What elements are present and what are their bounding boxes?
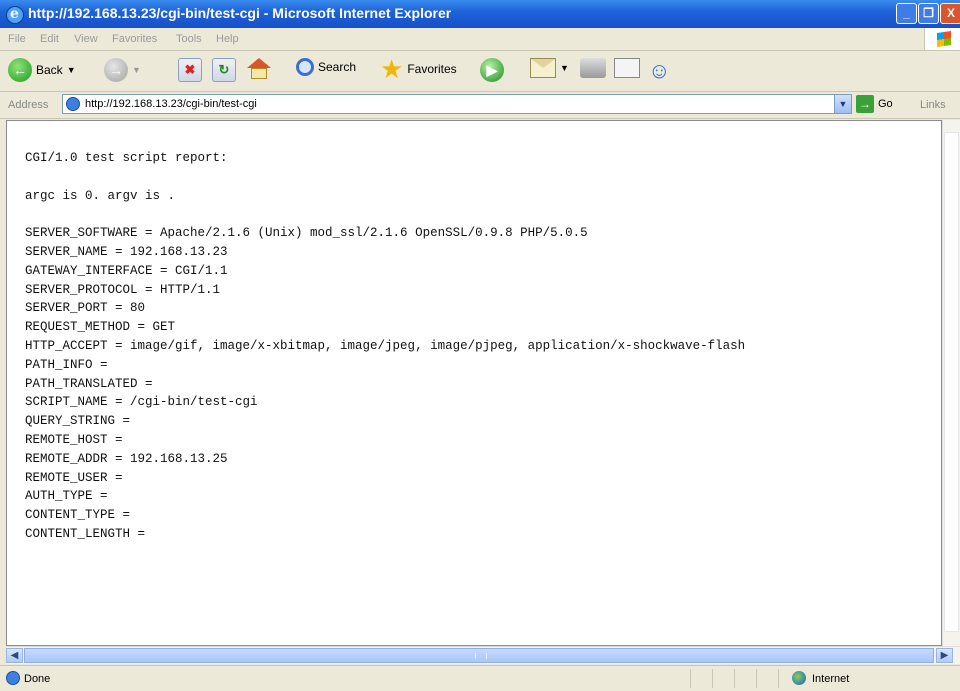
status-text: Done: [24, 673, 51, 685]
address-input[interactable]: http://192.168.13.23/cgi-bin/test-cgi ▼: [62, 94, 852, 114]
report-line: AUTH_TYPE =: [25, 489, 108, 504]
address-dropdown-icon[interactable]: ▼: [834, 95, 851, 113]
print-button[interactable]: [580, 58, 606, 78]
page-content: CGI/1.0 test script report: argc is 0. a…: [6, 120, 942, 646]
minimize-button[interactable]: _: [896, 3, 917, 24]
horizontal-scroll-thumb[interactable]: [24, 648, 934, 663]
report-line: REMOTE_HOST =: [25, 432, 123, 447]
report-line: PATH_TRANSLATED =: [25, 376, 153, 391]
menu-favorites[interactable]: Favorites: [112, 33, 157, 45]
report-line: SERVER_SOFTWARE = Apache/2.1.6 (Unix) mo…: [25, 226, 588, 241]
favorites-label: Favorites: [407, 62, 457, 76]
home-button[interactable]: [246, 58, 272, 80]
back-arrow-icon: ←: [8, 58, 32, 82]
menu-bar: File Edit View Favorites Tools Help: [0, 28, 960, 51]
report-line: argc is 0. argv is .: [25, 188, 176, 203]
search-button[interactable]: Search: [296, 58, 356, 76]
close-button[interactable]: X: [940, 3, 960, 24]
security-zone: Internet: [780, 666, 960, 691]
scroll-right-icon[interactable]: ▶: [936, 648, 953, 663]
favorites-star-icon: ★: [380, 54, 404, 84]
forward-button[interactable]: → ▼: [104, 58, 141, 82]
report-line: HTTP_ACCEPT = image/gif, image/x-xbitmap…: [25, 338, 746, 353]
back-button[interactable]: ← Back ▼: [8, 58, 76, 82]
go-button[interactable]: → Go: [856, 95, 893, 113]
address-label: Address: [8, 99, 49, 111]
report-line: CONTENT_LENGTH =: [25, 526, 146, 541]
refresh-button[interactable]: ↻: [212, 58, 236, 82]
report-line: REMOTE_USER =: [25, 470, 123, 485]
messenger-icon: ☺: [648, 58, 671, 83]
edit-page-icon: [614, 58, 640, 78]
scroll-left-icon[interactable]: ◀: [6, 648, 23, 663]
cgi-report-text: CGI/1.0 test script report: argc is 0. a…: [25, 149, 745, 544]
media-icon: ▶: [480, 58, 504, 82]
stop-button[interactable]: ✖: [178, 58, 202, 82]
report-line: CONTENT_TYPE =: [25, 508, 131, 523]
address-url[interactable]: http://192.168.13.23/cgi-bin/test-cgi: [85, 98, 257, 110]
internet-globe-icon: [792, 671, 806, 685]
home-icon: [246, 58, 272, 80]
forward-dropdown-icon[interactable]: ▼: [132, 65, 141, 75]
title-bar: e http://192.168.13.23/cgi-bin/test-cgi …: [0, 0, 960, 28]
page-status-icon: [6, 671, 20, 685]
report-line: SERVER_PORT = 80: [25, 301, 146, 316]
status-bar: Done Internet: [0, 665, 960, 691]
edit-button[interactable]: [614, 58, 640, 78]
media-button[interactable]: ▶: [480, 58, 504, 82]
search-icon: [296, 58, 314, 76]
menu-file[interactable]: File: [8, 33, 26, 45]
search-label: Search: [318, 60, 357, 74]
toolbar: ← Back ▼ → ▼ ✖ ↻ Search ★ Favorites ▶ ▼ …: [0, 51, 960, 92]
report-line: SERVER_NAME = 192.168.13.23: [25, 244, 228, 259]
vertical-scrollbar[interactable]: [942, 120, 960, 646]
page-icon: [66, 97, 80, 111]
forward-arrow-icon: →: [104, 58, 128, 82]
horizontal-scrollbar[interactable]: ◀ ▶: [6, 646, 960, 664]
ie-logo-icon: e: [6, 6, 24, 24]
zone-label: Internet: [812, 673, 850, 685]
report-line: SCRIPT_NAME = /cgi-bin/test-cgi: [25, 395, 258, 410]
printer-icon: [580, 58, 606, 78]
menu-help[interactable]: Help: [216, 33, 239, 45]
favorites-button[interactable]: ★ Favorites: [380, 54, 457, 84]
mail-button[interactable]: ▼: [530, 58, 569, 78]
messenger-button[interactable]: ☺: [648, 58, 670, 84]
report-line: REQUEST_METHOD = GET: [25, 320, 176, 335]
go-label: Go: [878, 98, 893, 110]
window-title: http://192.168.13.23/cgi-bin/test-cgi - …: [28, 5, 452, 21]
address-bar: Address http://192.168.13.23/cgi-bin/tes…: [0, 92, 960, 119]
report-line: GATEWAY_INTERFACE = CGI/1.1: [25, 263, 228, 278]
go-arrow-icon: →: [856, 95, 874, 113]
windows-logo-icon: [924, 28, 960, 50]
report-line: QUERY_STRING =: [25, 414, 131, 429]
menu-edit[interactable]: Edit: [40, 33, 59, 45]
report-line: SERVER_PROTOCOL = HTTP/1.1: [25, 282, 221, 297]
links-button[interactable]: Links: [920, 99, 946, 111]
stop-icon: ✖: [178, 58, 202, 82]
menu-view[interactable]: View: [74, 33, 98, 45]
refresh-icon: ↻: [212, 58, 236, 82]
report-line: PATH_INFO =: [25, 357, 108, 372]
mail-dropdown-icon[interactable]: ▼: [560, 63, 569, 73]
report-line: REMOTE_ADDR = 192.168.13.25: [25, 451, 228, 466]
report-line: CGI/1.0 test script report:: [25, 151, 228, 165]
mail-icon: [530, 58, 556, 78]
vertical-scroll-thumb[interactable]: [944, 132, 959, 632]
back-dropdown-icon[interactable]: ▼: [67, 65, 76, 75]
menu-tools[interactable]: Tools: [176, 33, 202, 45]
maximize-button[interactable]: ❐: [918, 3, 939, 24]
back-label: Back: [36, 63, 63, 77]
